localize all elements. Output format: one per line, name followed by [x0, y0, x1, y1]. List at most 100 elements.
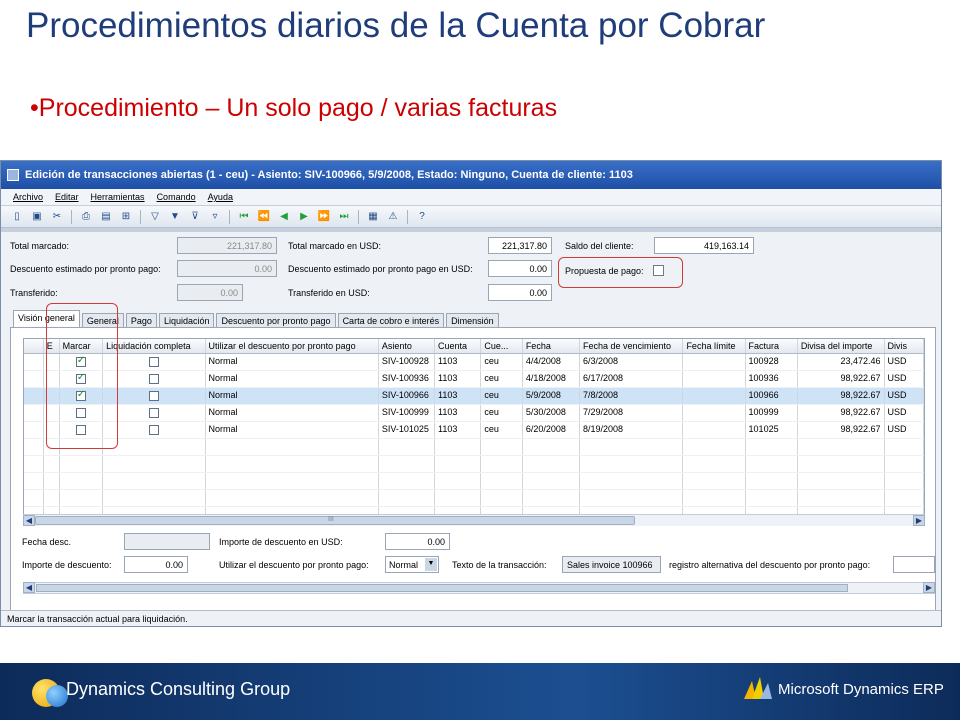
form-scroll-thumb[interactable]: [36, 584, 848, 592]
bullet-text: •Procedimiento – Un solo pago / varias f…: [30, 94, 557, 123]
col-header-liquidacion[interactable]: Liquidación completa: [103, 339, 206, 353]
checkbox-icon[interactable]: [148, 357, 159, 367]
cell-cue: ceu: [481, 371, 523, 387]
cell-asiento: SIV-100936: [379, 371, 436, 387]
cell-cuenta: 1103: [435, 422, 482, 438]
cell-fecha: 5/9/2008: [523, 388, 580, 404]
desc-estimado-field[interactable]: 0.00: [177, 260, 277, 277]
row-indicator: [24, 388, 44, 404]
cell-fecha: 4/18/2008: [523, 371, 580, 387]
form-scroll-right-icon[interactable]: ▶: [923, 582, 935, 593]
advanced-filter-icon[interactable]: ⊽: [188, 210, 202, 224]
form-scroll-left-icon[interactable]: ◀: [23, 582, 35, 593]
form-hscrollbar[interactable]: ◀ ▶: [23, 582, 935, 594]
first-record-icon[interactable]: ⏮: [237, 210, 251, 224]
row-indicator: [24, 354, 44, 370]
last-record-icon[interactable]: ⏭: [337, 210, 351, 224]
col-header-importe[interactable]: Divisa del importe: [798, 339, 885, 353]
total-usd-field[interactable]: 221,317.80: [488, 237, 552, 254]
cell-utilizar: Normal: [206, 371, 379, 387]
cell-liquidacion[interactable]: [103, 388, 206, 404]
col-header-vencimiento[interactable]: Fecha de vencimiento: [580, 339, 684, 353]
highlight-marcar: [46, 303, 118, 449]
new-icon[interactable]: ▯: [10, 210, 24, 224]
col-header-cuenta[interactable]: Cuenta: [435, 339, 482, 353]
next-page-icon[interactable]: ⏩: [317, 210, 331, 224]
scroll-right-icon[interactable]: ▶: [913, 515, 925, 526]
menu-ayuda[interactable]: Ayuda: [208, 192, 233, 202]
save-icon[interactable]: ▣: [30, 210, 44, 224]
cell-cuenta: 1103: [435, 354, 482, 370]
next-record-icon[interactable]: ▶: [297, 210, 311, 224]
importe-desc-label: Importe de descuento:: [22, 560, 112, 570]
summary-fields: Total marcado: 221,317.80 Total marcado …: [1, 232, 941, 304]
chevron-down-icon[interactable]: ▼: [425, 558, 437, 571]
desc-estimado-usd-field[interactable]: 0.00: [488, 260, 552, 277]
menu-editar[interactable]: Editar: [55, 192, 79, 202]
cell-fecha: 5/30/2008: [523, 405, 580, 421]
checkbox-icon[interactable]: [148, 408, 159, 418]
col-header-utilizar[interactable]: Utilizar el descuento por pronto pago: [206, 339, 379, 353]
cell-cue: ceu: [481, 354, 523, 370]
texto-label: Texto de la transacción:: [452, 560, 547, 570]
total-marcado-field[interactable]: 221,317.80: [177, 237, 277, 254]
microsoft-dynamics-logo-icon: [744, 677, 772, 699]
col-header-divisa[interactable]: Divis: [885, 339, 924, 353]
checkbox-icon[interactable]: [148, 374, 159, 384]
status-bar: Marcar la transacción actual para liquid…: [1, 610, 941, 626]
scroll-left-icon[interactable]: ◀: [23, 515, 35, 526]
menu-herramientas[interactable]: Herramientas: [91, 192, 145, 202]
cell-cuenta: 1103: [435, 388, 482, 404]
cell-importe: 98,922.67: [798, 422, 885, 438]
cell-divisa: USD: [885, 422, 924, 438]
registro-field[interactable]: [893, 556, 935, 573]
fecha-desc-field[interactable]: [124, 533, 210, 550]
utilizar-select[interactable]: Normal ▼: [385, 556, 439, 573]
table-row[interactable]: Normal SIV-101025 1103 ceu 6/20/2008 8/19/200…: [24, 422, 924, 439]
remove-filter-icon[interactable]: ▿: [208, 210, 222, 224]
cell-limite: [683, 388, 746, 404]
col-header-asiento[interactable]: Asiento: [379, 339, 436, 353]
col-header-limite[interactable]: Fecha límite: [683, 339, 746, 353]
table-row[interactable]: NormalSIV-1009281103ceu4/4/20086/3/2008 1…: [24, 354, 924, 371]
transferido-usd-field[interactable]: 0.00: [488, 284, 552, 301]
checkbox-icon[interactable]: [148, 425, 159, 435]
grid-hscrollbar[interactable]: ◀ III ▶: [23, 514, 925, 526]
print-preview-icon[interactable]: ▤: [99, 210, 113, 224]
cell-vencimiento: 7/8/2008: [580, 388, 684, 404]
menu-archivo[interactable]: Archivo: [13, 192, 43, 202]
filter-by-selection-icon[interactable]: ▼: [168, 210, 182, 224]
print-icon[interactable]: ⎙: [79, 210, 93, 224]
highlight-propuesta: [558, 257, 683, 288]
cell-liquidacion[interactable]: [103, 354, 206, 370]
cell-asiento: SIV-100928: [379, 354, 436, 370]
col-header-cue[interactable]: Cue...: [481, 339, 523, 353]
col-header-factura[interactable]: Factura: [746, 339, 798, 353]
previous-page-icon[interactable]: ⏪: [257, 210, 271, 224]
texto-field[interactable]: Sales invoice 100966: [562, 556, 661, 573]
cell-liquidacion[interactable]: [103, 371, 206, 387]
export-icon[interactable]: ⊞: [119, 210, 133, 224]
table-row[interactable]: NormalSIV-1009361103ceu4/18/20086/17/200…: [24, 371, 924, 388]
table-row[interactable]: Normal SIV-100999 1103 ceu 5/30/2008 7/29/200…: [24, 405, 924, 422]
help-icon[interactable]: ?: [415, 210, 429, 224]
menu-comando[interactable]: Comando: [157, 192, 196, 202]
document-icon[interactable]: ▦: [366, 210, 380, 224]
importe-desc-usd-field[interactable]: 0.00: [385, 533, 450, 550]
filter-icon[interactable]: ▽: [148, 210, 162, 224]
table-row[interactable]: NormalSIV-1009661103ceu5/9/20087/8/2008 1…: [24, 388, 924, 405]
scroll-grip: III: [328, 516, 334, 523]
cut-icon[interactable]: ✂: [50, 210, 64, 224]
importe-desc-field[interactable]: 0.00: [124, 556, 188, 573]
checkbox-icon[interactable]: [148, 391, 159, 401]
alert-icon[interactable]: ⚠: [386, 210, 400, 224]
cell-liquidacion[interactable]: [103, 422, 206, 438]
previous-record-icon[interactable]: ◀: [277, 210, 291, 224]
cell-cue: ceu: [481, 405, 523, 421]
saldo-field[interactable]: 419,163.14: [654, 237, 754, 254]
col-header-fecha[interactable]: Fecha: [523, 339, 580, 353]
cell-factura: 101025: [746, 422, 798, 438]
transferido-field[interactable]: 0.00: [177, 284, 243, 301]
scroll-thumb[interactable]: III: [35, 516, 635, 525]
cell-liquidacion[interactable]: [103, 405, 206, 421]
